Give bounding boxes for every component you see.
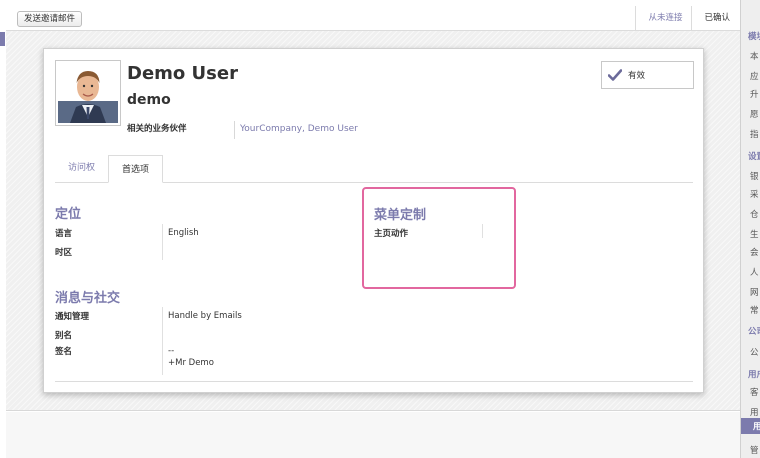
sidebar-item[interactable]: 采	[750, 188, 759, 200]
status-bar: 从未连接 已确认	[635, 6, 740, 31]
sidebar-item[interactable]: 常	[750, 304, 759, 316]
sidebar-item[interactable]: 公	[750, 346, 759, 358]
sheet-bottom-divider	[55, 381, 693, 382]
form-toolbar: 发送邀请邮件 从未连接 已确认	[6, 6, 740, 31]
signature-value-line2[interactable]: +Mr Demo	[168, 358, 214, 368]
sidebar-item[interactable]: 会	[750, 246, 759, 258]
form-tabs: 访问权 首选项	[55, 155, 693, 183]
user-login: demo	[127, 92, 171, 108]
sidebar-item[interactable]: 本	[750, 50, 759, 62]
form-footer-area	[6, 412, 740, 458]
sidebar-item[interactable]: 愿	[750, 108, 759, 120]
avatar-photo-icon	[58, 63, 118, 123]
sidebar-item[interactable]: 应	[750, 70, 759, 82]
signature-label: 签名	[55, 347, 73, 357]
related-partner-label: 相关的业务伙伴	[127, 124, 187, 134]
sidebar-heading: 模块	[748, 32, 760, 42]
timezone-label: 时区	[55, 248, 73, 258]
user-avatar[interactable]	[55, 60, 121, 126]
section-title-messaging: 消息与社交	[55, 291, 121, 306]
notification-label: 通知管理	[55, 312, 90, 322]
sidebar-item[interactable]: 生	[750, 228, 759, 240]
sidebar-item[interactable]: 用	[750, 406, 759, 418]
status-never-connected[interactable]: 从未连接	[636, 6, 693, 31]
field-separator	[162, 224, 163, 260]
send-invitation-button[interactable]: 发送邀请邮件	[17, 11, 83, 27]
language-value[interactable]: English	[168, 228, 199, 238]
language-label: 语言	[55, 229, 73, 239]
sidebar-selected-item[interactable]: 用	[741, 418, 760, 434]
sidebar-heading: 用户	[748, 370, 760, 380]
notification-value[interactable]: Handle by Emails	[168, 311, 242, 321]
user-form-sheet: Demo User demo 相关的业务伙伴 YourCompany, Demo…	[43, 48, 704, 393]
sidebar-heading: 设置	[748, 152, 760, 162]
sidebar-item[interactable]: 银	[750, 170, 759, 182]
sidebar-item[interactable]: 客	[750, 386, 759, 398]
status-confirmed[interactable]: 已确认	[692, 6, 740, 31]
user-name: Demo User	[127, 63, 238, 84]
sidebar-item[interactable]: 管	[750, 444, 759, 456]
check-icon	[608, 69, 622, 81]
field-separator	[234, 121, 235, 139]
sidebar-item[interactable]: 仓	[750, 208, 759, 220]
active-toggle-button[interactable]: 有效	[601, 61, 694, 89]
menu-section-highlight	[362, 187, 516, 289]
section-title-localization: 定位	[55, 207, 82, 222]
left-accent-bar	[0, 32, 5, 46]
sidebar-item[interactable]: 指	[750, 128, 759, 140]
signature-value-line1[interactable]: --	[168, 346, 174, 356]
field-separator	[162, 307, 163, 375]
alias-label: 别名	[55, 331, 73, 341]
settings-sidebar: 用 模块本应升愿指设置银采仓生会人网常公司公用户客用管	[740, 0, 760, 458]
related-partner-link[interactable]: YourCompany, Demo User	[240, 124, 358, 134]
tab-preferences[interactable]: 首选项	[108, 155, 164, 183]
tab-access-rights[interactable]: 访问权	[55, 154, 108, 182]
sidebar-item[interactable]: 网	[750, 286, 759, 298]
sidebar-item[interactable]: 升	[750, 88, 759, 100]
sidebar-heading: 公司	[748, 327, 760, 337]
sidebar-item[interactable]: 人	[750, 266, 759, 278]
active-label: 有效	[628, 71, 646, 81]
